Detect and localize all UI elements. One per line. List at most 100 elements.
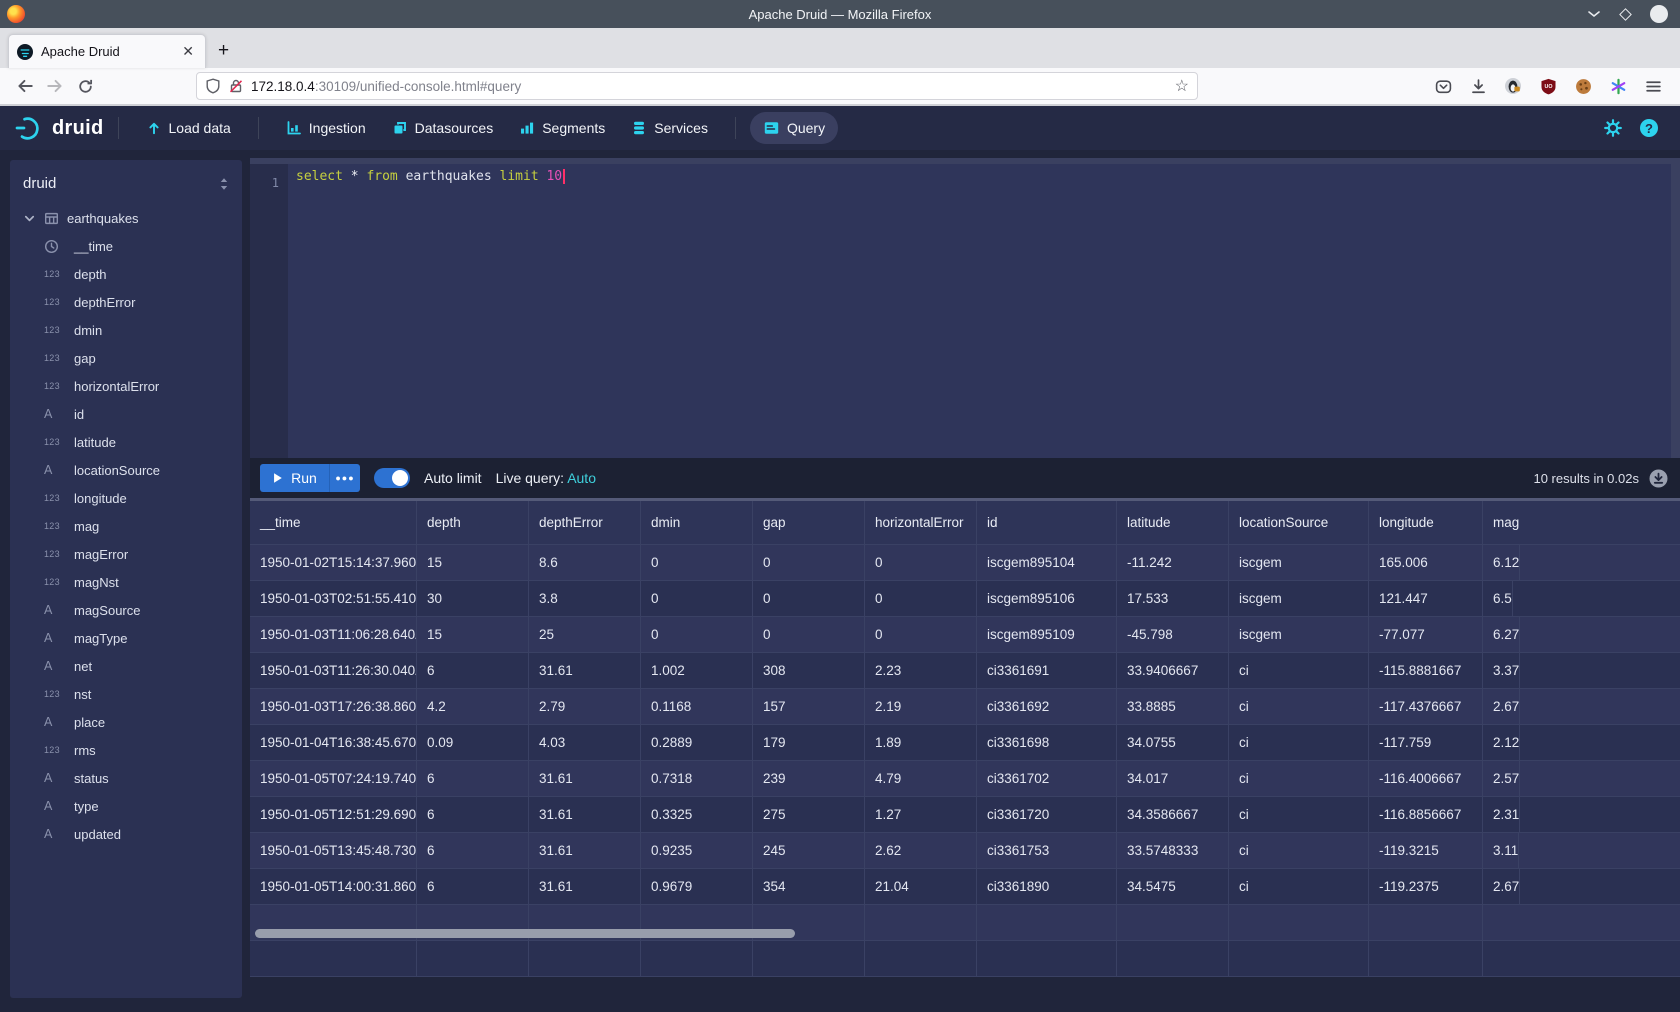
sidebar-column-net[interactable]: Anet — [10, 652, 242, 680]
table-cell[interactable]: 6 — [417, 869, 529, 905]
table-cell[interactable]: ci — [1229, 869, 1369, 905]
auto-limit-toggle[interactable] — [374, 468, 410, 488]
table-cell[interactable]: iscgem — [1229, 581, 1369, 617]
table-cell[interactable]: 15 — [417, 617, 529, 653]
column-header-longitude[interactable]: longitude — [1369, 501, 1483, 545]
table-cell[interactable]: 0 — [641, 581, 753, 617]
column-header-locationSource[interactable]: locationSource — [1229, 501, 1369, 545]
table-cell[interactable]: 25 — [529, 617, 641, 653]
table-cell[interactable]: 1950-01-02T15:14:37.960Z — [250, 545, 417, 581]
table-cell[interactable]: 2.79 — [529, 689, 641, 725]
table-cell[interactable]: 0.3325 — [641, 797, 753, 833]
back-icon[interactable] — [10, 72, 40, 100]
tab-close-icon[interactable]: ✕ — [179, 43, 197, 60]
table-cell[interactable]: 239 — [753, 761, 865, 797]
account-extension-icon[interactable] — [1500, 72, 1526, 100]
table-cell[interactable]: 2.62 — [865, 833, 977, 869]
live-query-control[interactable]: Live query: Auto — [496, 470, 596, 486]
table-cell[interactable]: 0 — [753, 617, 865, 653]
table-cell[interactable]: -116.8856667 — [1369, 797, 1483, 833]
sidebar-column-depth[interactable]: 123depth — [10, 260, 242, 288]
gear-icon[interactable] — [1603, 118, 1623, 138]
table-cell[interactable]: 245 — [753, 833, 865, 869]
table-cell[interactable]: 3.37 — [1483, 653, 1520, 689]
table-cell[interactable]: 1950-01-05T12:51:29.690Z — [250, 797, 417, 833]
column-header-gap[interactable]: gap — [753, 501, 865, 545]
table-cell[interactable]: 0 — [753, 581, 865, 617]
cookie-extension-icon[interactable] — [1570, 72, 1596, 100]
table-cell[interactable]: 6 — [417, 797, 529, 833]
sidebar-column-__time[interactable]: __time — [10, 232, 242, 260]
chevron-down-icon[interactable] — [23, 212, 36, 225]
table-cell[interactable]: 2.67 — [1483, 689, 1520, 725]
table-cell[interactable]: ci — [1229, 653, 1369, 689]
table-cell[interactable]: 30 — [417, 581, 529, 617]
table-cell[interactable]: 0.1168 — [641, 689, 753, 725]
table-cell[interactable]: ci3361753 — [977, 833, 1117, 869]
table-cell[interactable]: 33.9406667 — [1117, 653, 1229, 689]
table-cell[interactable]: 34.5475 — [1117, 869, 1229, 905]
table-cell[interactable]: 0.9679 — [641, 869, 753, 905]
table-cell[interactable]: ci3361720 — [977, 797, 1117, 833]
table-cell[interactable]: 2.31 — [1483, 797, 1520, 833]
sidebar-column-updated[interactable]: Aupdated — [10, 820, 242, 848]
sidebar-column-magNst[interactable]: 123magNst — [10, 568, 242, 596]
double-caret-icon[interactable] — [218, 176, 230, 192]
table-cell[interactable]: 308 — [753, 653, 865, 689]
close-icon[interactable]: ✕ — [1650, 5, 1668, 23]
table-cell[interactable]: 6 — [417, 833, 529, 869]
table-cell[interactable]: 1950-01-05T07:24:19.740Z — [250, 761, 417, 797]
horizontal-scrollbar[interactable] — [255, 929, 795, 938]
table-cell[interactable]: iscgem895104 — [977, 545, 1117, 581]
browser-tab[interactable]: Apache Druid ✕ — [8, 34, 206, 68]
table-cell[interactable]: 34.3586667 — [1117, 797, 1229, 833]
table-cell[interactable]: 6.5 — [1483, 581, 1513, 617]
sidebar-column-locationSource[interactable]: AlocationSource — [10, 456, 242, 484]
nav-item-datasources[interactable]: Datasources — [379, 112, 507, 144]
column-header-__time[interactable]: __time — [250, 501, 417, 545]
sidebar-column-mag[interactable]: 123mag — [10, 512, 242, 540]
maximize-icon[interactable] — [1621, 10, 1630, 19]
table-cell[interactable]: 3.11 — [1483, 833, 1519, 869]
table-cell[interactable]: 165.006 — [1369, 545, 1483, 581]
table-cell[interactable]: 1.89 — [865, 725, 977, 761]
reload-icon[interactable] — [70, 72, 100, 100]
table-cell[interactable]: 34.017 — [1117, 761, 1229, 797]
column-header-latitude[interactable]: latitude — [1117, 501, 1229, 545]
column-header-id[interactable]: id — [977, 501, 1117, 545]
table-cell[interactable]: 6 — [417, 761, 529, 797]
table-cell[interactable]: 0 — [865, 545, 977, 581]
table-cell[interactable]: 1950-01-03T11:26:30.040Z — [250, 653, 417, 689]
table-cell[interactable]: 1950-01-05T14:00:31.860Z — [250, 869, 417, 905]
table-cell[interactable]: 15 — [417, 545, 529, 581]
table-cell[interactable]: 31.61 — [529, 869, 641, 905]
table-cell[interactable]: 0.2889 — [641, 725, 753, 761]
table-cell[interactable]: 6.12 — [1483, 545, 1520, 581]
table-cell[interactable]: 3.8 — [529, 581, 641, 617]
table-cell[interactable]: iscgem — [1229, 545, 1369, 581]
sidebar-column-gap[interactable]: 123gap — [10, 344, 242, 372]
more-options-button[interactable]: ●●● — [330, 464, 360, 492]
download-icon[interactable] — [1465, 72, 1491, 100]
table-cell[interactable]: 1.27 — [865, 797, 977, 833]
column-header-dmin[interactable]: dmin — [641, 501, 753, 545]
table-cell[interactable]: ci3361691 — [977, 653, 1117, 689]
sidebar-item-earthquakes[interactable]: earthquakes — [10, 204, 242, 232]
table-cell[interactable]: 2.23 — [865, 653, 977, 689]
table-cell[interactable]: 1950-01-04T16:38:45.670Z — [250, 725, 417, 761]
sidebar-column-horizontalError[interactable]: 123horizontalError — [10, 372, 242, 400]
sql-code-line[interactable]: select * from earthquakes limit 10 — [288, 158, 1671, 458]
table-cell[interactable]: 0 — [641, 617, 753, 653]
nav-item-segments[interactable]: Segments — [506, 112, 618, 144]
table-cell[interactable]: 2.12 — [1483, 725, 1520, 761]
column-header-mag[interactable]: mag — [1483, 501, 1680, 545]
table-cell[interactable]: ci — [1229, 797, 1369, 833]
lock-crossed-icon[interactable] — [228, 78, 244, 94]
table-cell[interactable]: 21.04 — [865, 869, 977, 905]
table-cell[interactable]: -119.3215 — [1369, 833, 1483, 869]
nav-item-load-data[interactable]: Load data — [133, 112, 244, 144]
table-cell[interactable]: ci — [1229, 725, 1369, 761]
table-cell[interactable]: 121.447 — [1369, 581, 1483, 617]
table-cell[interactable]: 179 — [753, 725, 865, 761]
table-cell[interactable]: -117.759 — [1369, 725, 1483, 761]
